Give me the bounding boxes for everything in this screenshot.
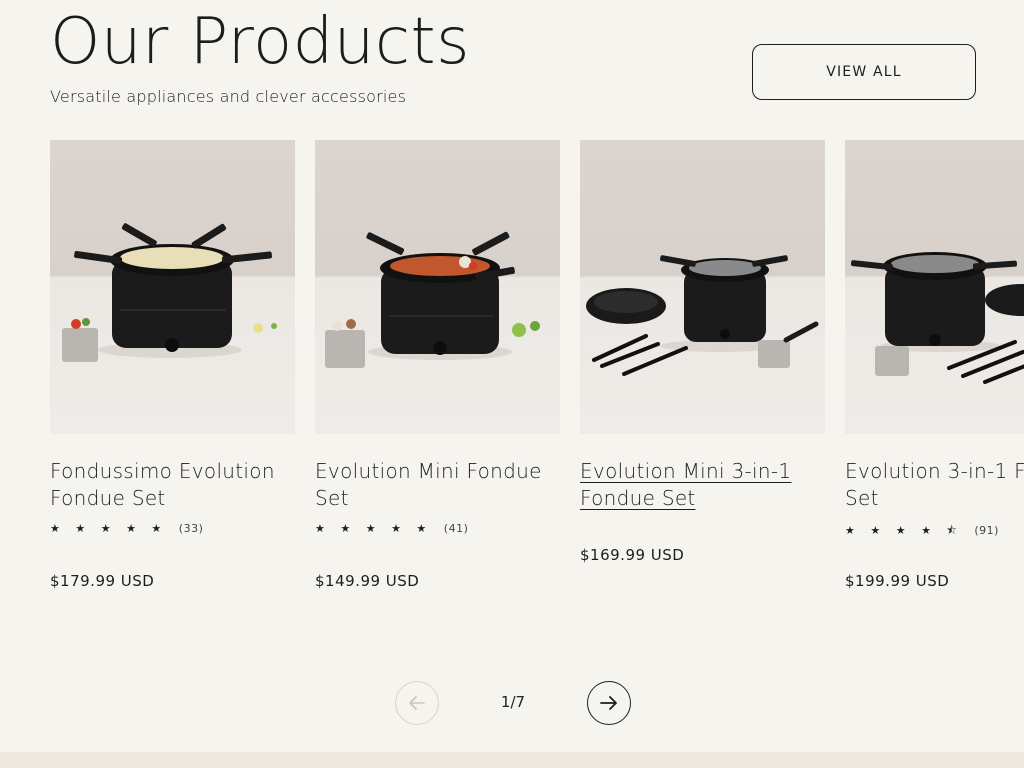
product-rating: ★ ★ ★ ★ ★ (41) [315, 522, 560, 538]
product-title[interactable]: Evolution Mini 3-in-1 Fondue Set [580, 458, 825, 512]
page-title: Our Products [50, 5, 470, 79]
carousel-pagination: 1/7 [395, 681, 631, 725]
rating-count: (33) [178, 522, 204, 535]
product-image[interactable] [845, 140, 1024, 434]
product-price: $169.99 USD [580, 546, 685, 564]
product-card[interactable]: Evolution 3-in-1 Fondue Set ★ ★ ★ ★ ⯪ (9… [845, 140, 1024, 590]
product-card[interactable]: Fondussimo Evolution Fondue Set ★ ★ ★ ★ … [50, 140, 295, 590]
carousel-track: Fondussimo Evolution Fondue Set ★ ★ ★ ★ … [50, 140, 1024, 590]
page-subtitle: Versatile appliances and clever accessor… [50, 87, 407, 106]
product-carousel: Fondussimo Evolution Fondue Set ★ ★ ★ ★ … [50, 140, 1024, 620]
product-price: $199.99 USD [845, 572, 950, 590]
next-button[interactable] [587, 681, 631, 725]
arrow-right-icon [600, 696, 617, 710]
product-price: $179.99 USD [50, 572, 155, 590]
product-title[interactable]: Evolution Mini Fondue Set [315, 458, 560, 512]
product-title[interactable]: Fondussimo Evolution Fondue Set [50, 458, 295, 512]
rating-stars: ★ ★ ★ ★ ★ [50, 522, 168, 535]
rating-stars: ★ ★ ★ ★ ⯪ [845, 524, 963, 537]
footer-band [0, 752, 1024, 768]
product-card[interactable]: Evolution Mini 3-in-1 Fondue Set $169.99… [580, 140, 825, 590]
rating-count: (41) [443, 522, 469, 535]
product-rating: ★ ★ ★ ★ ★ (33) [50, 522, 295, 538]
products-section: Our Products Versatile appliances and cl… [0, 0, 1024, 752]
rating-count: (91) [974, 524, 999, 537]
page-counter: 1/7 [500, 693, 526, 711]
rating-stars: ★ ★ ★ ★ ★ [315, 522, 433, 535]
product-card[interactable]: Evolution Mini Fondue Set ★ ★ ★ ★ ★ (41)… [315, 140, 560, 590]
previous-button[interactable] [395, 681, 439, 725]
product-image[interactable] [50, 140, 295, 434]
arrow-left-icon [409, 696, 425, 710]
view-all-button[interactable]: VIEW ALL [752, 44, 976, 100]
product-title[interactable]: Evolution 3-in-1 Fondue Set [845, 458, 1024, 512]
product-price: $149.99 USD [315, 572, 420, 590]
product-image[interactable] [580, 140, 825, 434]
product-rating: ★ ★ ★ ★ ⯪ (91) [845, 522, 1024, 538]
product-image[interactable] [315, 140, 560, 434]
